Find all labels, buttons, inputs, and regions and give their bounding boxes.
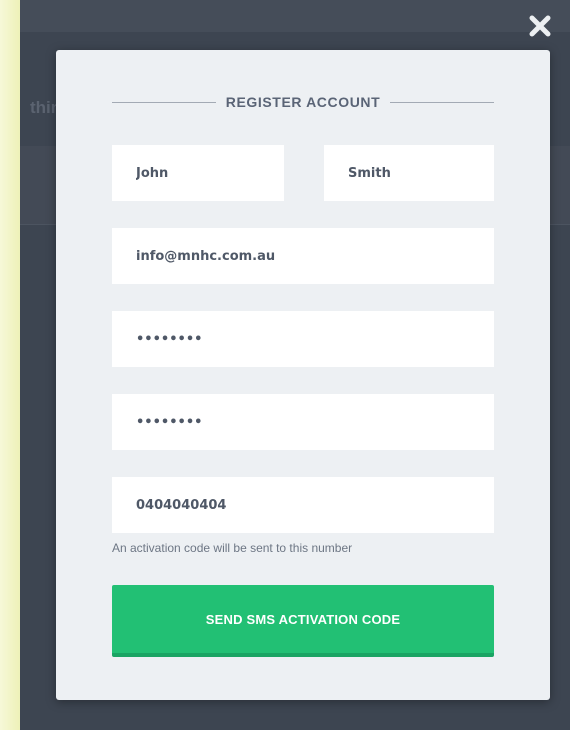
backdrop-header-band [20,0,570,32]
close-icon [529,15,551,37]
password-field[interactable] [112,311,494,367]
page-edge [0,0,20,730]
send-sms-activation-code-button[interactable]: SEND SMS ACTIVATION CODE [112,585,494,657]
email-field[interactable] [112,228,494,284]
backdrop-partial-text: thir [30,98,58,117]
phone-field[interactable] [112,477,494,533]
modal-title: REGISTER ACCOUNT [225,94,381,110]
confirm-password-field[interactable] [112,394,494,450]
phone-hint: An activation code will be sent to this … [112,541,353,555]
modal-title-row: REGISTER ACCOUNT [112,92,494,112]
first-name-field[interactable] [112,145,284,201]
title-rule-left [112,101,216,103]
title-rule-right [390,101,494,103]
last-name-field[interactable] [324,145,494,201]
close-button[interactable] [522,8,558,44]
register-modal: REGISTER ACCOUNT An activation code will… [56,50,550,700]
